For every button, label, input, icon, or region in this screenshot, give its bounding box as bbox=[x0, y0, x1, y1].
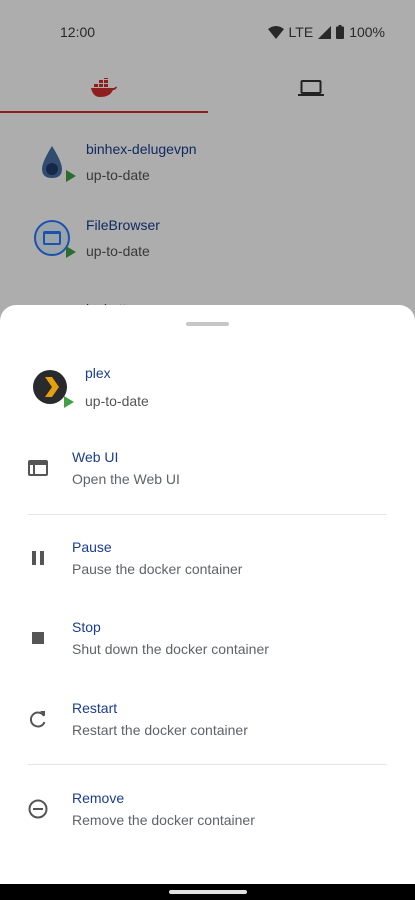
action-title: Web UI bbox=[72, 449, 119, 465]
sheet-container-name: plex bbox=[85, 365, 111, 381]
action-subtitle: Restart the docker container bbox=[72, 722, 248, 738]
restart-action[interactable]: Restart Restart the docker container bbox=[0, 691, 415, 747]
plex-icon bbox=[32, 369, 74, 408]
sheet-container-status: up-to-date bbox=[85, 393, 149, 409]
pause-action[interactable]: Pause Pause the docker container bbox=[0, 530, 415, 586]
action-subtitle: Shut down the docker container bbox=[72, 641, 269, 657]
home-gesture-handle[interactable] bbox=[169, 890, 247, 894]
action-title: Restart bbox=[72, 700, 118, 716]
divider bbox=[28, 514, 387, 515]
action-subtitle: Pause the docker container bbox=[72, 561, 243, 577]
pause-icon bbox=[27, 547, 49, 569]
action-subtitle: Remove the docker container bbox=[72, 812, 255, 828]
bottom-sheet: plex up-to-date Web UI Open the Web UI P… bbox=[0, 305, 415, 884]
drag-handle[interactable] bbox=[186, 322, 229, 326]
action-title: Pause bbox=[72, 539, 112, 555]
stop-action[interactable]: Stop Shut down the docker container bbox=[0, 610, 415, 666]
action-subtitle: Open the Web UI bbox=[72, 471, 180, 487]
action-title: Stop bbox=[72, 619, 101, 635]
sheet-header: plex up-to-date bbox=[32, 365, 149, 409]
web-ui-action[interactable]: Web UI Open the Web UI bbox=[0, 440, 415, 496]
web-window-icon bbox=[27, 457, 49, 479]
divider bbox=[28, 764, 387, 765]
navigation-bar bbox=[0, 884, 415, 900]
action-title: Remove bbox=[72, 790, 125, 806]
remove-icon bbox=[27, 798, 49, 820]
stop-icon bbox=[27, 627, 49, 649]
remove-action[interactable]: Remove Remove the docker container bbox=[0, 781, 415, 837]
restart-icon bbox=[27, 708, 49, 730]
